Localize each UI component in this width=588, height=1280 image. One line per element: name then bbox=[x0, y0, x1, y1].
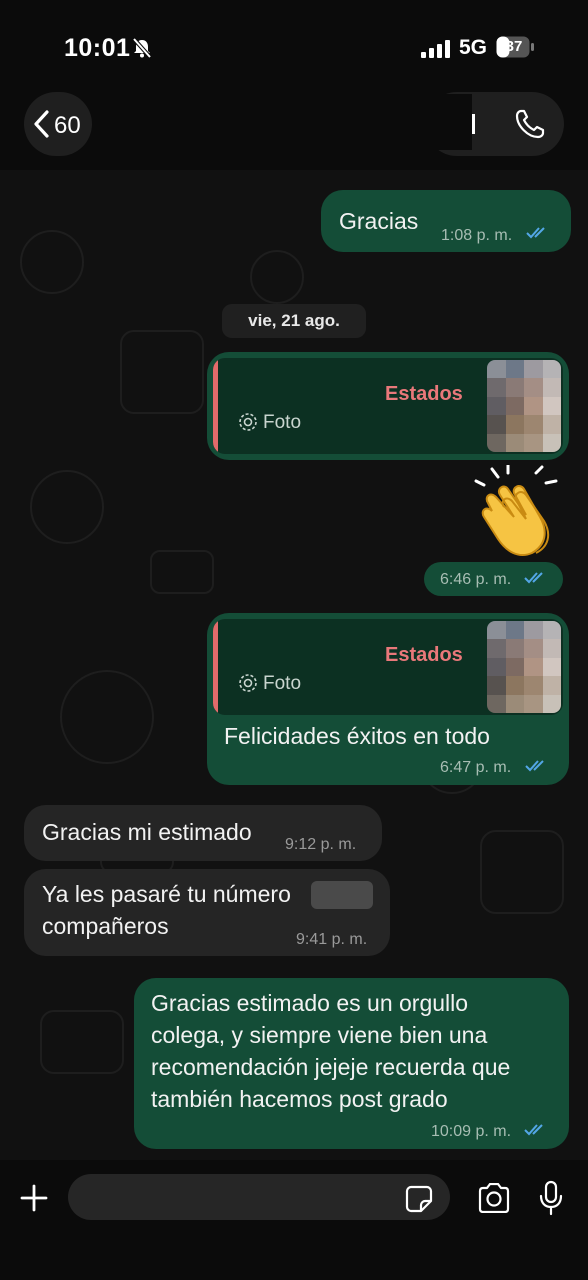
message-input[interactable] bbox=[68, 1174, 450, 1220]
message-text: Felicidades éxitos en todo bbox=[224, 723, 490, 749]
message-text: Gracias bbox=[339, 208, 419, 234]
status-thumbnail bbox=[487, 360, 561, 452]
message-bubble-incoming[interactable]: Gracias mi estimado 9:12 p. m. bbox=[24, 805, 382, 861]
unread-count: 60 bbox=[54, 112, 81, 139]
status-thumbnail bbox=[487, 621, 561, 713]
contact-name-redacted[interactable] bbox=[100, 94, 472, 150]
message-text-line: también hacemos post grado bbox=[151, 1086, 448, 1112]
quote-accent-bar bbox=[213, 358, 218, 454]
signal-icon bbox=[421, 40, 450, 58]
message-time-pill: 6:46 p. m. bbox=[424, 562, 563, 596]
quote-title: Estados bbox=[385, 383, 463, 405]
camera-glyph-icon bbox=[239, 413, 257, 431]
message-text-line: compañeros bbox=[42, 913, 169, 939]
quote-type: Foto bbox=[263, 412, 302, 433]
message-composer bbox=[0, 1160, 588, 1280]
quoted-status[interactable]: Estados Foto bbox=[213, 619, 563, 715]
message-text-line: Gracias estimado es un orgullo bbox=[151, 990, 469, 1016]
camera-glyph-icon bbox=[239, 674, 257, 692]
message-bubble-outgoing[interactable]: Gracias estimado es un orgullo colega, y… bbox=[134, 978, 569, 1149]
redaction-edge bbox=[472, 114, 475, 134]
redacted-text bbox=[311, 881, 373, 909]
double-check-icon bbox=[526, 227, 545, 239]
message-bubble-outgoing[interactable]: Estados Foto bbox=[207, 352, 569, 460]
status-time: 10:01 bbox=[64, 34, 131, 62]
message-time: 1:08 p. m. bbox=[441, 227, 513, 244]
clapping-hands-icon[interactable] bbox=[470, 465, 562, 557]
message-time: 9:12 p. m. bbox=[285, 836, 357, 853]
double-check-icon bbox=[524, 1124, 543, 1136]
message-time: 6:47 p. m. bbox=[440, 759, 512, 776]
message-time: 10:09 p. m. bbox=[431, 1123, 512, 1140]
back-button[interactable]: 60 bbox=[24, 92, 92, 156]
camera-icon[interactable] bbox=[477, 1183, 511, 1213]
quote-accent-bar bbox=[213, 619, 218, 715]
status-bar: 10:01 5G 37 bbox=[0, 0, 588, 95]
battery-level: 37 bbox=[505, 38, 523, 55]
message-bubble-incoming[interactable]: Ya les pasaré tu número compañeros 9:41 … bbox=[24, 869, 390, 956]
message-time: 6:46 p. m. bbox=[440, 571, 512, 588]
message-time: 9:41 p. m. bbox=[296, 931, 368, 948]
message-text-line: recomendación jejeje recuerda que bbox=[151, 1054, 511, 1080]
quoted-status[interactable]: Estados Foto bbox=[213, 358, 563, 454]
quote-title: Estados bbox=[385, 644, 463, 666]
network-type: 5G bbox=[459, 36, 488, 59]
microphone-icon[interactable] bbox=[539, 1180, 563, 1216]
message-text-line: Ya les pasaré tu número bbox=[42, 881, 291, 907]
quote-type: Foto bbox=[263, 673, 302, 694]
plus-icon[interactable] bbox=[20, 1184, 48, 1212]
message-text-line: colega, y siempre viene bien una bbox=[151, 1022, 488, 1048]
message-bubble-outgoing[interactable]: Estados Foto Felicidades éxitos en todo … bbox=[207, 613, 569, 785]
chat-header: 60 bbox=[0, 88, 588, 170]
muted-bell-icon bbox=[132, 37, 152, 59]
back-chevron-icon bbox=[34, 110, 49, 138]
date-separator: vie, 21 ago. bbox=[222, 304, 366, 338]
message-text: Gracias mi estimado bbox=[42, 819, 252, 845]
message-bubble-outgoing[interactable]: Gracias 1:08 p. m. bbox=[321, 190, 571, 252]
sticker-icon[interactable] bbox=[405, 1185, 433, 1213]
double-check-icon bbox=[524, 572, 543, 584]
double-check-icon bbox=[525, 760, 544, 772]
phone-icon[interactable] bbox=[514, 108, 546, 140]
